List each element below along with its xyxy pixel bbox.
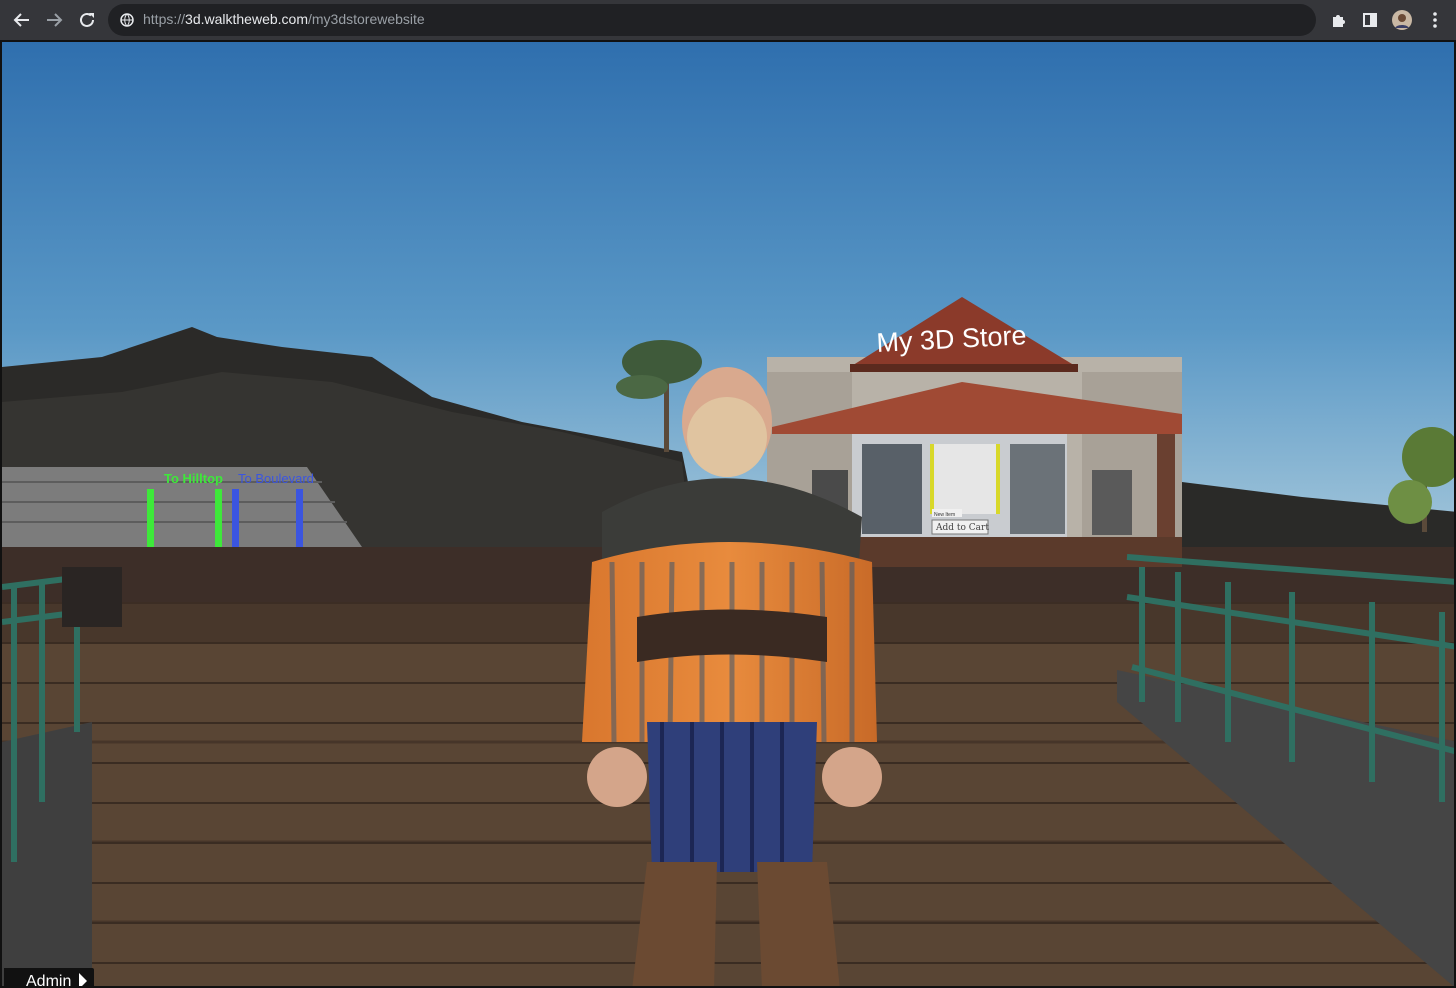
portal-post-blue	[232, 489, 239, 551]
3d-scene[interactable]: To Hilltop To Boulevard New Item Add to …	[2, 42, 1456, 988]
portal-post-blue	[296, 489, 303, 551]
browser-toolbar: https://3d.walktheweb.com/my3dstorewebsi…	[0, 0, 1456, 40]
back-icon[interactable]	[10, 8, 34, 32]
url-path: /my3dstorewebsite	[307, 11, 425, 27]
store-price-label: New Item	[934, 512, 955, 518]
admin-button[interactable]: Admin	[4, 968, 94, 988]
portal-post-green	[215, 489, 222, 551]
side-panel-icon[interactable]	[1358, 8, 1382, 32]
address-bar[interactable]: https://3d.walktheweb.com/my3dstorewebsi…	[108, 4, 1316, 36]
bench	[62, 567, 122, 627]
portal-post-green	[147, 489, 154, 551]
add-to-cart-label: Add to Cart	[935, 523, 989, 533]
admin-label: Admin	[26, 972, 72, 988]
forward-icon[interactable]	[42, 8, 66, 32]
avatar-pants	[647, 722, 817, 872]
3d-viewport[interactable]: To Hilltop To Boulevard New Item Add to …	[0, 40, 1456, 988]
avatar-belt	[637, 609, 827, 662]
url-host: 3d.walktheweb.com	[185, 11, 308, 27]
avatar-boot	[757, 862, 840, 986]
extensions-icon[interactable]	[1326, 8, 1350, 32]
reload-icon[interactable]	[75, 8, 99, 32]
chevron-right-icon	[79, 973, 87, 986]
site-info-icon[interactable]	[120, 13, 134, 32]
profile-avatar[interactable]	[1390, 8, 1414, 32]
more-menu-icon[interactable]	[1423, 8, 1447, 32]
url-text[interactable]: https://3d.walktheweb.com/my3dstorewebsi…	[143, 11, 425, 27]
portal-label-hilltop[interactable]: To Hilltop	[164, 471, 223, 486]
portal-label-boulevard[interactable]: To Boulevard	[238, 471, 314, 486]
url-scheme: https://	[143, 11, 186, 27]
